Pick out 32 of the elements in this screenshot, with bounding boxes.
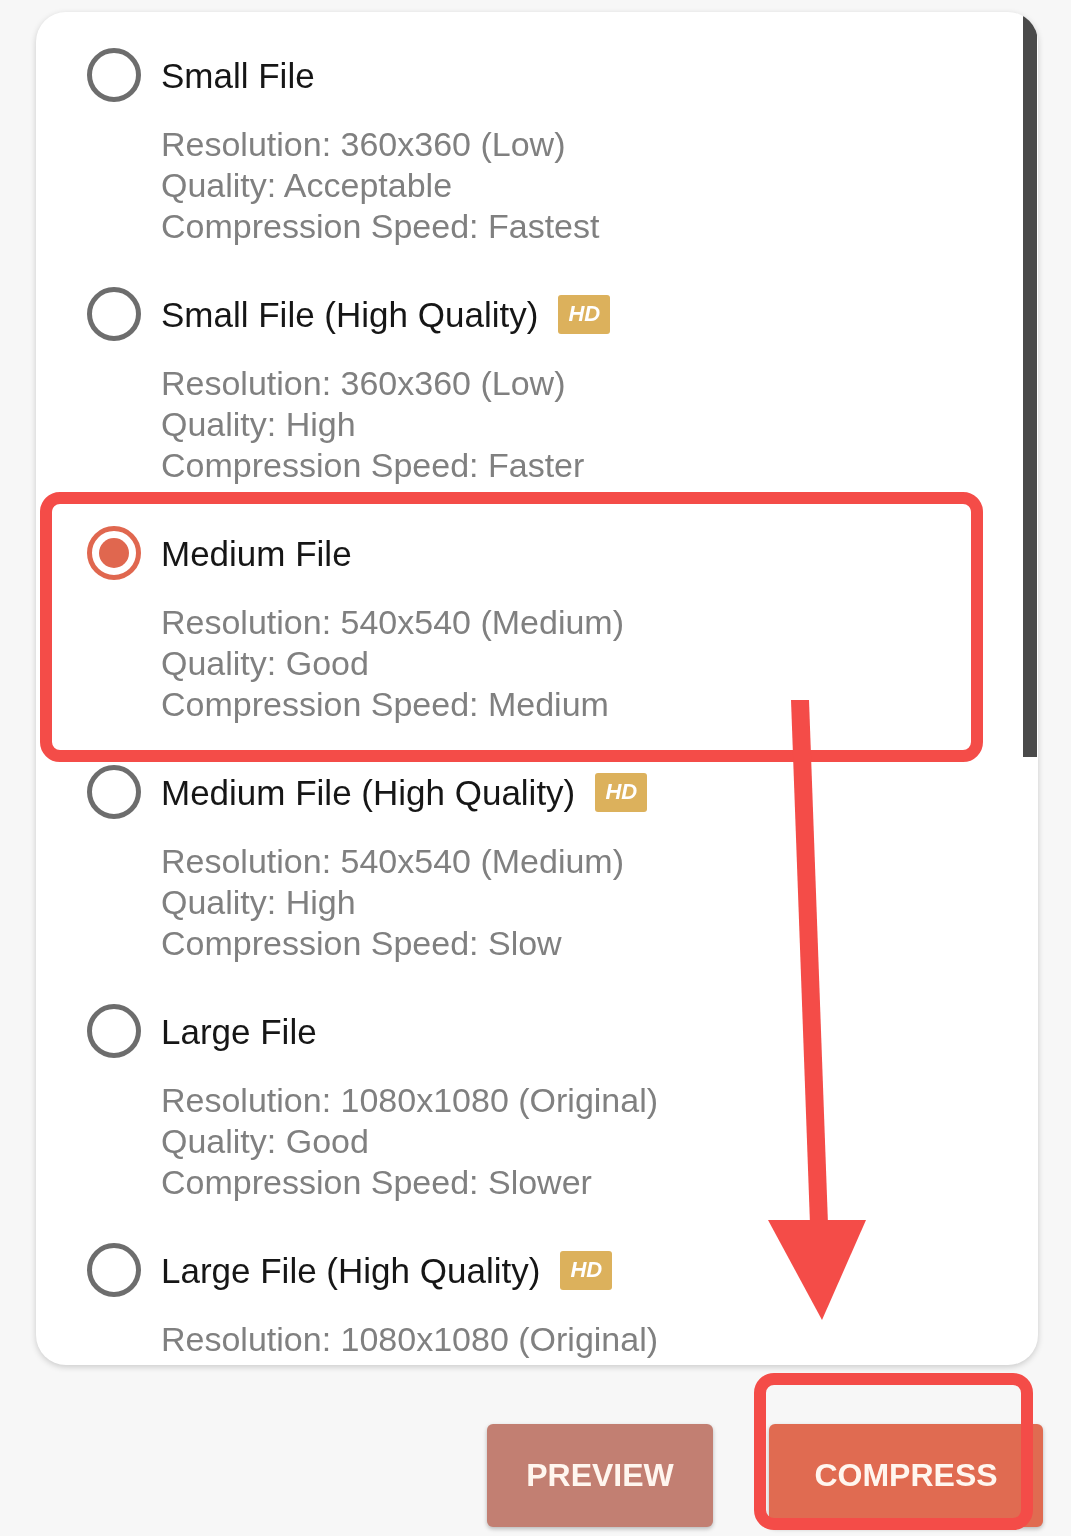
radio-button[interactable] (87, 765, 141, 819)
option-title: Large File (161, 1010, 317, 1052)
option-detail: Quality: Good (161, 643, 369, 684)
option-title: Medium File (High Quality) (161, 771, 576, 813)
option-detail: Resolution: 1080x1080 (Original) (161, 1319, 659, 1360)
option-detail: Compression Speed: Fastest (161, 206, 600, 247)
option-title: Small File (High Quality) (161, 293, 539, 335)
option-detail: Resolution: 1080x1080 (Original) (161, 1080, 659, 1121)
hd-badge: HD (595, 772, 648, 812)
option-detail: Resolution: 540x540 (Medium) (161, 841, 625, 882)
radio-button[interactable] (87, 287, 141, 341)
option-detail: Quality: High (161, 404, 356, 445)
option-detail: Compression Speed: Slower (161, 1162, 592, 1203)
hd-badge: HD (560, 1250, 613, 1290)
option-title: Large File (High Quality) (161, 1249, 541, 1291)
option-detail: Quality: High (161, 882, 356, 923)
option-detail: Resolution: 360x360 (Low) (161, 124, 566, 165)
radio-button[interactable] (87, 1004, 141, 1058)
secondary-button[interactable]: PREVIEW (487, 1424, 713, 1527)
option-detail: Compression Speed: Medium (161, 684, 609, 725)
option-title: Small File (161, 54, 315, 96)
radio-button[interactable] (87, 48, 141, 102)
option-detail: Resolution: 360x360 (Low) (161, 363, 566, 404)
option-detail: Quality: Acceptable (161, 165, 453, 206)
option-title: Medium File (161, 532, 352, 574)
option-detail: Quality: Good (161, 1121, 369, 1162)
hd-badge: HD (558, 294, 611, 334)
option-detail: Compression Speed: Faster (161, 445, 585, 486)
option-detail: Compression Speed: Slow (161, 923, 562, 964)
radio-button[interactable] (87, 1243, 141, 1297)
option-detail: Resolution: 540x540 (Medium) (161, 602, 625, 643)
radio-button[interactable] (87, 526, 141, 580)
